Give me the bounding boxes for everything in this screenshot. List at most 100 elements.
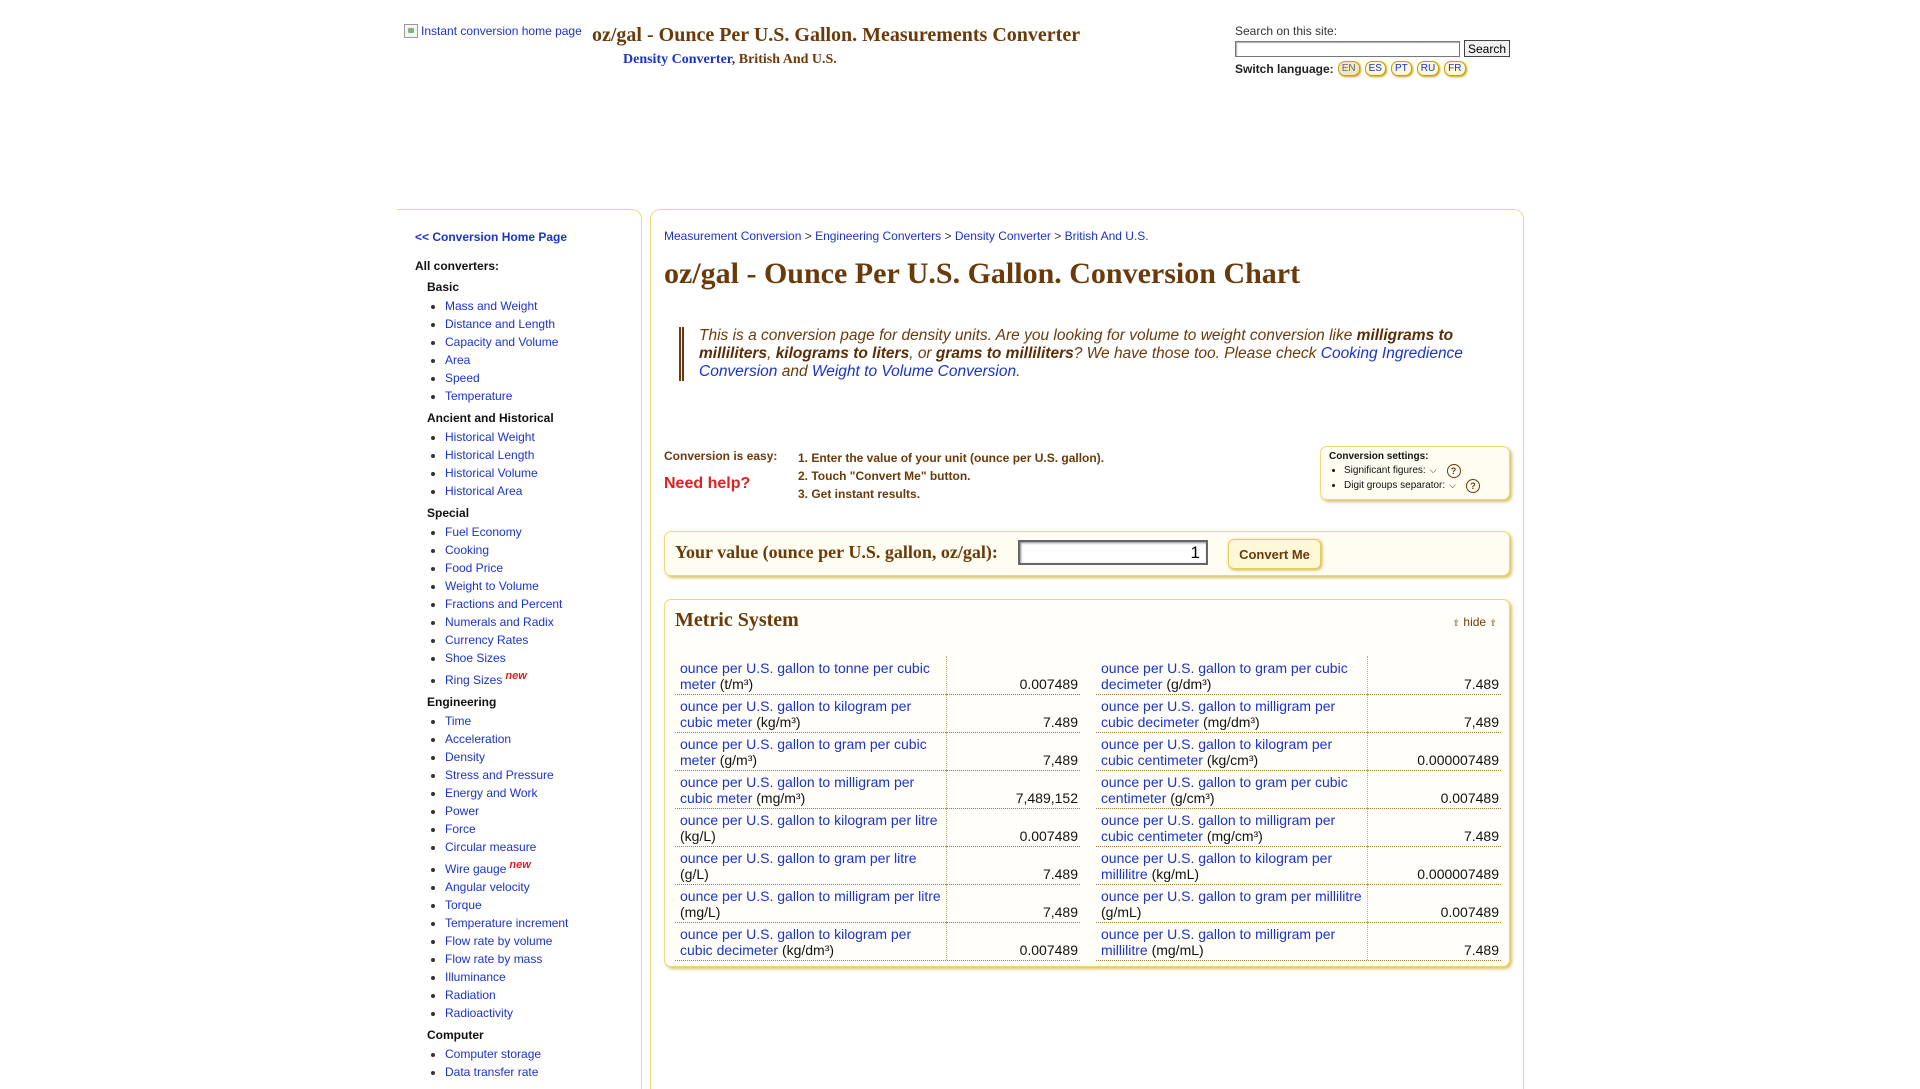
sidebar-link-force[interactable]: Force (445, 822, 476, 836)
lang-en[interactable]: EN (1337, 61, 1360, 76)
all-converters-label: All converters: (415, 259, 500, 273)
sidebar-link-illuminance[interactable]: Illuminance (445, 970, 506, 984)
converter-categories: Basic Mass and Weight Distance and Length C… (427, 280, 637, 1087)
digit-sep-label: Digit groups separator: (1344, 480, 1446, 492)
sidebar-link-distance-and-length[interactable]: Distance and Length (445, 317, 555, 331)
site-subtitle: Density Converter, British And U.S. (623, 52, 837, 68)
chevron-down-icon[interactable]: ⌵ (1449, 478, 1456, 493)
sidebar-link-historical-length[interactable]: Historical Length (445, 448, 534, 462)
question-circle-icon[interactable]: ? (1466, 478, 1480, 493)
sidebar-link-stress-and-pressure[interactable]: Stress and Pressure (445, 768, 554, 782)
result-unit-cell: ounce per U.S. gallon to kilogram per li… (675, 808, 947, 846)
sidebar-link-wire-gauge[interactable]: Wire gauge (445, 862, 506, 876)
sidebar-link-angular-velocity[interactable]: Angular velocity (445, 880, 530, 894)
result-unit-link[interactable]: ounce per U.S. gallon to kilogram per li… (680, 812, 938, 828)
sidebar-link-radiation[interactable]: Radiation (445, 988, 496, 1002)
conversion-home-link[interactable]: << Conversion Home Page (415, 230, 567, 244)
sidebar-link-area[interactable]: Area (445, 353, 470, 367)
search-button[interactable]: Search (1464, 40, 1511, 57)
search-label: Search on this site: (1235, 24, 1338, 38)
sidebar-item-stress-and-pressure: Stress and Pressure (445, 766, 637, 784)
result-unit-cell: ounce per U.S. gallon to kilogram per cu… (675, 694, 947, 732)
result-row: ounce per U.S. gallon to gram per cubic … (1096, 770, 1501, 809)
convert-me-button[interactable]: Convert Me (1228, 539, 1321, 569)
sidebar-link-historical-volume[interactable]: Historical Volume (445, 466, 538, 480)
category-list-basic: Mass and Weight Distance and Length Capaci… (427, 297, 637, 405)
sidebar-link-acceleration[interactable]: Acceleration (445, 732, 511, 746)
result-value: 7,489 (1042, 752, 1078, 768)
question-circle-icon[interactable]: ? (1446, 463, 1461, 478)
sidebar-link-mass-and-weight[interactable]: Mass and Weight (445, 299, 538, 313)
site-logo-link[interactable]: Instant conversion home page (404, 24, 582, 38)
sidebar-item-force: Force (445, 820, 637, 838)
lang-es[interactable]: ES (1364, 61, 1386, 76)
sidebar-link-computer-storage[interactable]: Computer storage (445, 1047, 541, 1061)
lang-pt[interactable]: PT (1390, 61, 1412, 76)
setting-significant-figures: Significant figures: ⌵? (1344, 463, 1501, 478)
sidebar-link-ring-sizes[interactable]: Ring Sizes (445, 673, 502, 687)
sidebar-item-radiation: Radiation (445, 986, 637, 1004)
sidebar-link-data-transfer-rate[interactable]: Data transfer rate (445, 1065, 538, 1079)
result-unit-link[interactable]: ounce per U.S. gallon to tonne per cubic… (680, 660, 930, 692)
result-unit-link[interactable]: ounce per U.S. gallon to kilogram per mi… (1101, 850, 1332, 882)
sidebar-link-density[interactable]: Density (445, 750, 485, 764)
sidebar-link-circular-measure[interactable]: Circular measure (445, 840, 536, 854)
result-unit-link[interactable]: ounce per U.S. gallon to milligram per l… (680, 888, 941, 904)
lang-fr[interactable]: FR (1444, 61, 1466, 76)
sidebar-link-speed[interactable]: Speed (445, 371, 480, 385)
info-bold: kilograms to liters (775, 345, 910, 362)
result-unit-link[interactable]: ounce per U.S. gallon to gram per cubic … (1101, 774, 1348, 806)
sidebar-link-shoe-sizes[interactable]: Shoe Sizes (445, 651, 506, 665)
lang-ru[interactable]: RU (1416, 61, 1440, 76)
sidebar-link-flow-rate-by-mass[interactable]: Flow rate by mass (445, 952, 542, 966)
result-row: ounce per U.S. gallon to gram per cubic … (675, 732, 1080, 771)
sidebar-item-historical-length: Historical Length (445, 446, 637, 464)
category-title-special: Special (427, 506, 470, 520)
weight-to-volume-link[interactable]: Weight to Volume Conversion (812, 363, 1016, 380)
result-unit-link[interactable]: ounce per U.S. gallon to gram per litre (680, 850, 917, 866)
sidebar-link-cooking[interactable]: Cooking (445, 543, 489, 557)
sidebar-link-torque[interactable]: Torque (445, 898, 482, 912)
need-help-link[interactable]: Need help? (664, 475, 750, 493)
sidebar-link-energy-and-work[interactable]: Energy and Work (445, 786, 538, 800)
value-input[interactable] (1018, 540, 1208, 565)
sidebar-link-fractions-and-percent[interactable]: Fractions and Percent (445, 597, 562, 611)
sidebar-link-food-price[interactable]: Food Price (445, 561, 503, 575)
hide-results-link[interactable]: ⇧ hide ⇧ (1453, 615, 1497, 629)
result-unit-link[interactable]: ounce per U.S. gallon to gram per millil… (1101, 888, 1362, 904)
sidebar-link-currency-rates[interactable]: Currency Rates (445, 633, 528, 647)
sidebar-link-temperature-increment[interactable]: Temperature increment (445, 916, 568, 930)
sidebar-link-fuel-economy[interactable]: Fuel Economy (445, 525, 522, 539)
breadcrumb-sep: > (941, 229, 955, 243)
sidebar-link-capacity-and-volume[interactable]: Capacity and Volume (445, 335, 558, 349)
sidebar-link-historical-area[interactable]: Historical Area (445, 484, 522, 498)
sidebar-link-weight-to-volume[interactable]: Weight to Volume (445, 579, 539, 593)
result-unit-link[interactable]: ounce per U.S. gallon to gram per cubic … (680, 736, 927, 768)
broken-image-icon (404, 24, 418, 38)
sidebar-link-power[interactable]: Power (445, 804, 479, 818)
sidebar-item-wire-gauge: Wire gaugenew (445, 856, 637, 878)
sidebar-item-food-price: Food Price (445, 559, 637, 577)
breadcrumb-british-us[interactable]: British And U.S. (1065, 229, 1149, 243)
settings-title: Conversion settings: (1329, 451, 1429, 462)
result-row: ounce per U.S. gallon to tonne per cubic… (675, 656, 1080, 695)
density-converter-link[interactable]: Density Converter (623, 52, 732, 67)
chevron-down-icon[interactable]: ⌵ (1430, 463, 1437, 478)
sidebar-link-flow-rate-by-volume[interactable]: Flow rate by volume (445, 934, 552, 948)
breadcrumb-measurement-conversion[interactable]: Measurement Conversion (664, 229, 801, 243)
sidebar-link-historical-weight[interactable]: Historical Weight (445, 430, 535, 444)
metric-results-box: Metric System ⇧ hide ⇧ ounce per U.S. ga… (664, 599, 1510, 967)
result-unit-link[interactable]: ounce per U.S. gallon to milligram per m… (1101, 926, 1335, 958)
sidebar-link-radioactivity[interactable]: Radioactivity (445, 1006, 513, 1020)
sidebar-link-numerals-and-radix[interactable]: Numerals and Radix (445, 615, 554, 629)
sidebar-link-temperature[interactable]: Temperature (445, 389, 512, 403)
sidebar-item-temperature: Temperature (445, 387, 637, 405)
result-unit-abbr: (kg/mL) (1151, 866, 1200, 882)
sidebar-link-time[interactable]: Time (445, 714, 471, 728)
breadcrumb-density-converter[interactable]: Density Converter (955, 229, 1051, 243)
result-unit-cell: ounce per U.S. gallon to milligram per c… (1096, 694, 1368, 732)
search-input[interactable] (1235, 40, 1460, 57)
result-unit-link[interactable]: ounce per U.S. gallon to gram per cubic … (1101, 660, 1348, 692)
result-row: ounce per U.S. gallon to milligram per m… (1096, 922, 1501, 961)
breadcrumb-engineering-converters[interactable]: Engineering Converters (815, 229, 941, 243)
